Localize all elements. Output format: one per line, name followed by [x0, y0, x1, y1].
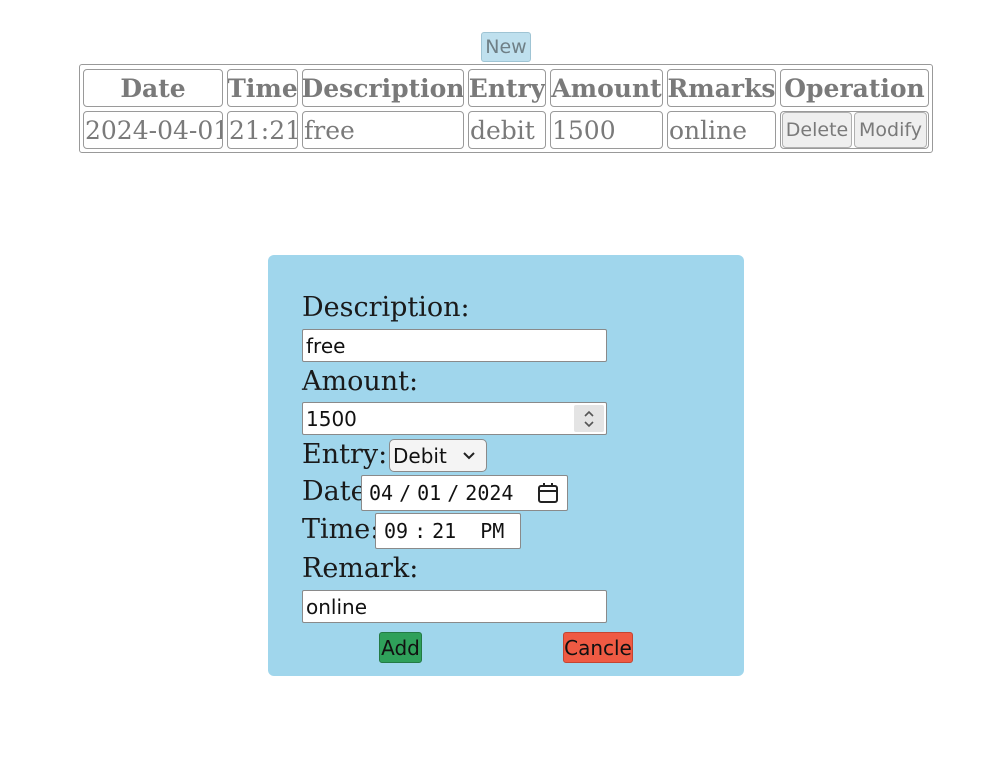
description-label: Description:: [302, 292, 470, 323]
entry-select[interactable]: Debit: [389, 439, 487, 472]
date-input[interactable]: 04 / 01 / 2024: [361, 475, 568, 511]
remark-input[interactable]: online: [302, 590, 607, 623]
modify-button[interactable]: Modify: [854, 112, 927, 148]
date-separator: /: [399, 481, 412, 505]
time-input[interactable]: 09 : 21 PM: [375, 513, 521, 549]
chevron-down-icon: [463, 452, 475, 460]
date-separator: /: [447, 481, 460, 505]
header-remarks: Rmarks: [667, 69, 776, 107]
header-entry: Entry: [468, 69, 546, 107]
table-cell-time: 21:21: [227, 111, 298, 149]
date-day: 01: [417, 481, 442, 505]
amount-label: Amount:: [302, 366, 419, 397]
time-period: PM: [480, 519, 505, 543]
cancel-button[interactable]: Cancle: [563, 632, 633, 663]
table-cell-amount: 1500: [550, 111, 663, 149]
calendar-icon[interactable]: [537, 482, 559, 504]
new-button[interactable]: New: [481, 32, 531, 62]
amount-spinner[interactable]: [574, 405, 604, 432]
time-hour: 09: [384, 519, 409, 543]
delete-button[interactable]: Delete: [782, 112, 852, 148]
time-separator: :: [414, 519, 427, 543]
header-description: Description: [302, 69, 464, 107]
header-amount: Amount: [550, 69, 663, 107]
header-operation: Operation: [780, 69, 929, 107]
time-minute: 21: [432, 519, 457, 543]
table-cell-date: 2024-04-01: [83, 111, 223, 149]
time-label: Time:: [302, 514, 380, 545]
remark-label: Remark:: [302, 553, 419, 584]
spin-arrows-icon: [584, 410, 594, 427]
table-cell-remarks: online: [667, 111, 776, 149]
amount-input[interactable]: 1500: [302, 402, 607, 435]
header-time: Time: [227, 69, 298, 107]
date-label: Date: [302, 476, 367, 507]
table-cell-description: free: [302, 111, 464, 149]
entry-select-value: Debit: [393, 443, 447, 468]
description-input[interactable]: free: [302, 329, 607, 362]
add-button[interactable]: Add: [379, 632, 422, 663]
amount-value: 1500: [306, 406, 357, 431]
date-year: 2024: [465, 481, 514, 505]
date-month: 04: [369, 481, 394, 505]
table-cell-entry: debit: [468, 111, 546, 149]
entry-label: Entry:: [302, 439, 388, 470]
header-date: Date: [83, 69, 223, 107]
